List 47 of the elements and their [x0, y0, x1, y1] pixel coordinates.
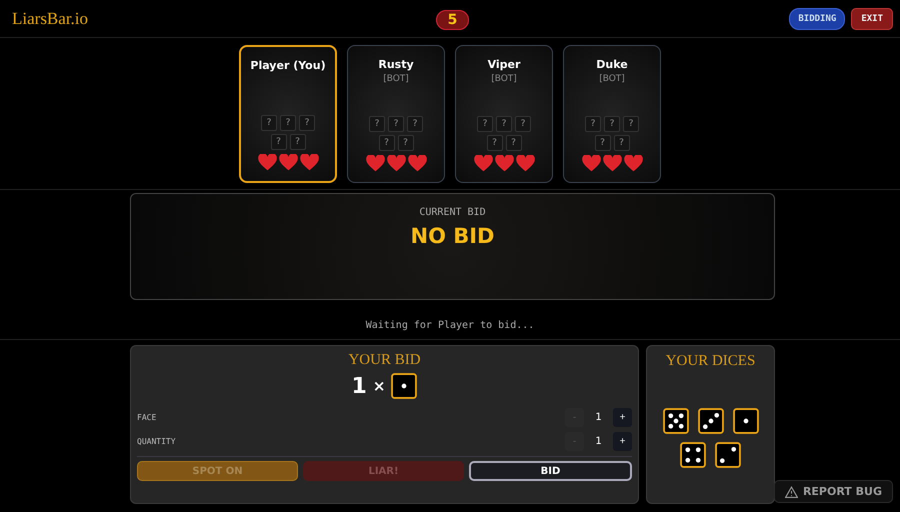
- exit-button[interactable]: EXIT: [851, 8, 893, 30]
- hidden-die: ?: [486, 135, 502, 151]
- hidden-die: ?: [614, 135, 630, 151]
- player-name: Rusty: [378, 58, 414, 71]
- warning-icon: [784, 486, 798, 498]
- player-name: Viper: [488, 58, 520, 71]
- panel-title: YOUR DICES: [666, 353, 756, 370]
- hidden-die: ?: [623, 116, 639, 132]
- hidden-die: ?: [407, 116, 423, 132]
- phase-button[interactable]: BIDDING: [789, 8, 846, 30]
- hidden-die: ?: [604, 116, 620, 132]
- hidden-die: ?: [585, 116, 601, 132]
- plus-button[interactable]: +: [613, 408, 632, 426]
- report-bug-button[interactable]: REPORT BUG: [774, 480, 893, 503]
- logo: LiarsBar.io: [12, 8, 90, 28]
- hidden-die: ?: [398, 135, 414, 151]
- panel-title: YOUR BID: [347, 352, 422, 369]
- stepper-label: FACE: [137, 412, 158, 422]
- hidden-die: ?: [506, 135, 522, 151]
- hidden-die: ?: [378, 135, 394, 151]
- hidden-die: ?: [477, 116, 493, 132]
- status-text: Waiting for Player to bid...: [0, 300, 900, 340]
- hidden-die: ?: [369, 116, 385, 132]
- player-name: Duke: [596, 58, 628, 71]
- hidden-die: ?: [594, 135, 610, 151]
- hidden-die: ?: [388, 116, 404, 132]
- hidden-die: ?: [290, 134, 306, 150]
- stepper-value: 1: [594, 436, 603, 446]
- current-bid-value: NO BID: [410, 224, 494, 248]
- hidden-die: ?: [280, 115, 296, 131]
- hidden-die: ?: [270, 134, 286, 150]
- hidden-die: ?: [515, 116, 531, 132]
- round-counter: 5: [436, 10, 470, 30]
- plus-button[interactable]: +: [613, 432, 632, 450]
- player-tag: [BOT]: [491, 74, 517, 84]
- stepper-value: 1: [594, 412, 603, 422]
- bid-quantity: 1: [352, 374, 367, 398]
- stepper-label: QUANTITY: [137, 436, 177, 446]
- current-bid-label: CURRENT BID: [419, 207, 486, 218]
- hidden-die: ?: [261, 115, 277, 131]
- hidden-die: ?: [496, 116, 512, 132]
- bid-button[interactable]: BID: [469, 461, 632, 481]
- hidden-die: ?: [299, 115, 315, 131]
- player-name: Player (You): [250, 59, 326, 72]
- times-sign: ×: [372, 377, 386, 395]
- player-tag: [BOT]: [599, 74, 625, 84]
- player-tag: [BOT]: [383, 74, 409, 84]
